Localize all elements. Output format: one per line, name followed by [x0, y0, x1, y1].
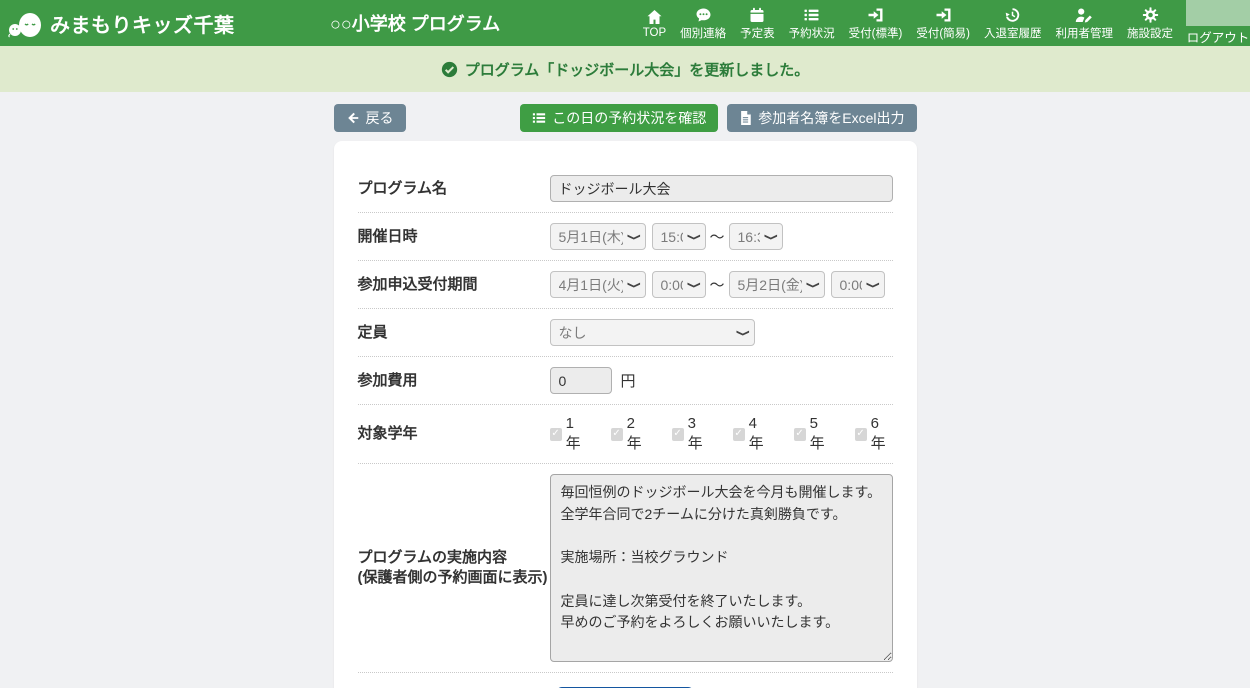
grade-option-2: ✓ 2年 [611, 415, 649, 453]
user-edit-icon [1075, 5, 1093, 23]
tilde-separator: ～ [710, 226, 725, 247]
sign-in-icon [867, 5, 884, 23]
checkbox-checked-icon: ✓ [611, 428, 623, 441]
nav-item-logout[interactable]: ログアウト [1180, 0, 1250, 46]
nav-item-reception-standard[interactable]: 受付(標準) [842, 0, 910, 46]
check-circle-icon [441, 61, 458, 78]
schedule-start-time-select: 15:00 [652, 223, 706, 250]
form-row-capacity: 定員 なし [358, 309, 893, 357]
checkbox-checked-icon: ✓ [794, 428, 806, 441]
nav-item-individual-contact[interactable]: 個別連絡 [673, 0, 733, 46]
logout-highlight [1186, 0, 1250, 26]
brand-name: みまもりキッズ千葉 [50, 9, 235, 38]
period-start-date-select-wrap: 4月1日(火) [550, 271, 646, 298]
period-start-date-select: 4月1日(火) [550, 271, 646, 298]
capacity-select-wrap: なし [550, 319, 755, 346]
main-content: 戻る この日の予約状況を確認 参加者名簿をExcel出力 プログラム名 [334, 104, 917, 688]
nav-item-facility-settings[interactable]: 施設設定 [1120, 0, 1180, 46]
nav-item-reservation-status[interactable]: 予約状況 [782, 0, 842, 46]
file-icon [739, 111, 752, 125]
success-alert: プログラム「ドッジボール大会」を更新しました。 [0, 46, 1250, 92]
schedule-date-select-wrap: 5月1日(木) [550, 223, 646, 250]
nav-item-user-management[interactable]: 利用者管理 [1049, 0, 1121, 46]
nav-item-top[interactable]: TOP [636, 0, 673, 46]
period-end-date-select-wrap: 5月2日(金) [729, 271, 825, 298]
checkbox-checked-icon: ✓ [550, 428, 562, 441]
schedule-label: 開催日時 [358, 227, 550, 247]
description-textarea: 毎回恒例のドッジボール大会を今月も開催します。 全学年合同で2チームに分けた真剣… [550, 474, 893, 662]
back-button[interactable]: 戻る [334, 104, 406, 132]
grades-label: 対象学年 [358, 424, 550, 444]
schedule-end-time-select-wrap: 16:30 [729, 223, 783, 250]
description-label: プログラムの実施内容 (保護者側の予約画面に表示) [358, 548, 550, 589]
nav-item-reception-simple[interactable]: 受付(簡易) [909, 0, 977, 46]
period-end-date-select: 5月2日(金) [729, 271, 825, 298]
list-icon [803, 5, 820, 23]
grade-option-3: ✓ 3年 [672, 415, 710, 453]
toolbar: 戻る この日の予約状況を確認 参加者名簿をExcel出力 [334, 104, 917, 132]
arrow-left-icon [346, 111, 360, 125]
calendar-icon [749, 5, 765, 23]
grade-option-1: ✓ 1年 [550, 415, 588, 453]
program-name-input [550, 175, 893, 202]
home-icon [646, 7, 663, 25]
period-start-time-select: 0:00 [652, 271, 706, 298]
checkbox-checked-icon: ✓ [672, 428, 684, 441]
form-row-schedule: 開催日時 5月1日(木) 15:00 ～ 16:30 [358, 213, 893, 261]
form-row-program-name: プログラム名 [358, 165, 893, 213]
form-row-description: プログラムの実施内容 (保護者側の予約画面に表示) 毎回恒例のドッジボール大会を… [358, 464, 893, 673]
grade-option-4: ✓ 4年 [733, 415, 771, 453]
application-period-label: 参加申込受付期間 [358, 275, 550, 295]
mascot-icon [6, 5, 46, 41]
grade-option-5: ✓ 5年 [794, 415, 832, 453]
edit-button-row: 編集する [358, 673, 893, 688]
period-end-time-select: 0:00 [831, 271, 885, 298]
schedule-date-select: 5月1日(木) [550, 223, 646, 250]
grade-option-6: ✓ 6年 [855, 415, 893, 453]
success-alert-message: プログラム「ドッジボール大会」を更新しました。 [465, 59, 810, 80]
excel-export-button[interactable]: 参加者名簿をExcel出力 [727, 104, 916, 132]
comment-icon [695, 5, 712, 23]
app-header: みまもりキッズ千葉 ○○小学校 プログラム TOP 個別連絡 予定表 予約状況 [0, 0, 1250, 46]
form-row-grades: 対象学年 ✓ 1年 ✓ 2年 ✓ 3年 ✓ 4年 [358, 405, 893, 464]
form-row-application-period: 参加申込受付期間 4月1日(火) 0:00 ～ 5月2日(金) [358, 261, 893, 309]
fee-unit: 円 [621, 370, 636, 391]
schedule-start-time-select-wrap: 15:00 [652, 223, 706, 250]
period-start-time-select-wrap: 0:00 [652, 271, 706, 298]
checkbox-checked-icon: ✓ [855, 428, 867, 441]
fee-label: 参加費用 [358, 371, 550, 391]
list-icon [532, 111, 546, 125]
tilde-separator: ～ [710, 274, 725, 295]
capacity-select: なし [550, 319, 755, 346]
program-detail-card: プログラム名 開催日時 5月1日(木) 15:00 ～ [334, 141, 917, 688]
nav-item-entry-exit-history[interactable]: 入退室履歴 [977, 0, 1049, 46]
history-icon [1004, 5, 1021, 23]
nav-item-schedule[interactable]: 予定表 [733, 0, 782, 46]
period-end-time-select-wrap: 0:00 [831, 271, 885, 298]
checkbox-checked-icon: ✓ [733, 428, 745, 441]
gear-icon [1142, 5, 1159, 23]
fee-input [550, 367, 612, 394]
page-title: ○○小学校 プログラム [330, 10, 500, 36]
check-reservations-button[interactable]: この日の予約状況を確認 [520, 104, 718, 132]
capacity-label: 定員 [358, 323, 550, 343]
schedule-end-time-select: 16:30 [729, 223, 783, 250]
brand-logo[interactable]: みまもりキッズ千葉 [0, 5, 330, 41]
program-name-label: プログラム名 [358, 179, 550, 199]
toolbar-right-group: この日の予約状況を確認 参加者名簿をExcel出力 [520, 104, 916, 132]
sign-in-icon [935, 5, 952, 23]
top-nav: TOP 個別連絡 予定表 予約状況 受付(標準) [636, 0, 1250, 46]
form-row-fee: 参加費用 円 [358, 357, 893, 405]
